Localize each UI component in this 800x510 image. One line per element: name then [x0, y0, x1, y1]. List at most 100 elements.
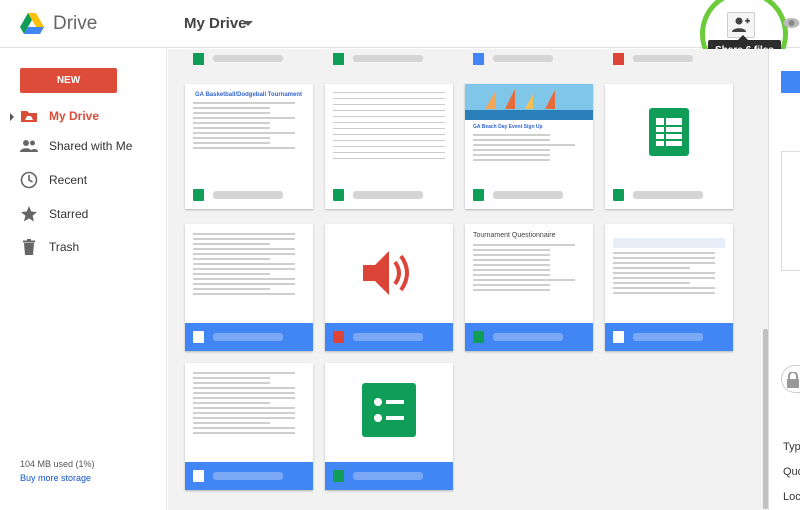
form-thumbnail: Tournament Questionnaire — [465, 224, 593, 323]
file-tile[interactable] — [325, 53, 453, 65]
sheets-file-icon — [333, 470, 344, 482]
blurred-filename — [633, 55, 693, 62]
blurred-filename — [213, 333, 283, 341]
sidebar-item-my-drive[interactable]: My Drive — [0, 103, 166, 129]
blurred-filename — [353, 191, 423, 199]
sheets-file-icon — [613, 189, 624, 201]
eye-icon[interactable] — [783, 16, 800, 30]
blurred-filename — [353, 472, 423, 480]
sidebar-item-starred[interactable]: Starred — [0, 201, 166, 227]
blurred-filename — [213, 55, 283, 62]
partial-file-row — [168, 49, 763, 65]
sheets-file-icon — [473, 189, 484, 201]
sailboat-header-image — [465, 84, 593, 120]
speaker-icon — [363, 251, 409, 295]
sidebar-item-label: Shared with Me — [49, 139, 133, 153]
form-thumbnail: GA Beach Day Event Sign Up — [465, 84, 593, 181]
new-button[interactable]: NEW — [20, 68, 117, 93]
docs-file-icon — [193, 331, 204, 343]
buy-storage-link[interactable]: Buy more storage — [20, 473, 91, 483]
embedded-image — [613, 238, 725, 248]
sidebar-item-label: Recent — [49, 173, 88, 187]
list-large-icon — [362, 383, 416, 437]
sheets-file-icon — [473, 331, 484, 343]
star-icon — [21, 206, 37, 222]
drive-logo-icon[interactable] — [20, 13, 44, 35]
file-tile[interactable] — [605, 53, 733, 65]
blurred-filename — [493, 333, 563, 341]
expand-arrow-icon[interactable] — [10, 113, 14, 121]
sheets-file-icon — [193, 189, 204, 201]
sheets-thumbnail — [325, 363, 453, 462]
sidebar: NEW My Drive Shared with Me Recent Starr… — [0, 49, 167, 510]
sidebar-item-label: My Drive — [49, 109, 100, 123]
sheets-file-icon — [333, 189, 344, 201]
docs-file-icon — [193, 470, 204, 482]
file-tile[interactable] — [605, 224, 733, 351]
sheets-large-icon — [649, 108, 689, 156]
file-caption-selected — [465, 323, 593, 351]
file-caption-selected — [325, 323, 453, 351]
docs-file-icon — [613, 331, 624, 343]
details-panel: Typ Quo Loc — [768, 49, 800, 510]
chevron-down-icon[interactable] — [243, 21, 253, 26]
file-tile[interactable] — [465, 53, 593, 65]
details-label-quota: Quo — [783, 466, 800, 478]
file-caption-selected — [185, 323, 313, 351]
file-tile[interactable] — [185, 53, 313, 65]
sheets-file-icon — [333, 53, 344, 65]
docs-file-icon — [473, 53, 484, 65]
preview-box — [781, 151, 800, 271]
spreadsheet-thumbnail — [325, 84, 453, 181]
form-thumbnail: GA Basketball/Dodgeball Tournament — [185, 84, 313, 181]
thumbnail-title: Tournament Questionnaire — [473, 232, 556, 239]
sidebar-item-label: Trash — [49, 240, 80, 254]
document-thumbnail — [605, 224, 733, 323]
file-grid: GA Basketball/Dodgeball Tournament GA Be… — [168, 49, 763, 510]
docs-file-icon — [781, 71, 800, 93]
details-label-location: Loc — [783, 491, 800, 503]
sidebar-item-shared-with-me[interactable]: Shared with Me — [0, 133, 166, 159]
thumbnail-title: GA Basketball/Dodgeball Tournament — [195, 92, 303, 98]
current-folder-title[interactable]: My Drive — [184, 15, 247, 32]
file-tile[interactable] — [325, 224, 453, 351]
file-caption-selected — [185, 462, 313, 490]
blurred-filename — [353, 55, 423, 62]
add-person-icon — [732, 17, 750, 32]
file-tile[interactable] — [325, 84, 453, 209]
blurred-filename — [493, 191, 563, 199]
document-thumbnail — [185, 224, 313, 323]
drive-folder-icon — [21, 111, 37, 122]
clock-icon — [20, 171, 38, 189]
file-tile[interactable] — [325, 363, 453, 490]
file-tile[interactable]: Tournament Questionnaire — [465, 224, 593, 351]
file-caption — [465, 181, 593, 209]
file-tile[interactable] — [185, 363, 313, 490]
sidebar-item-recent[interactable]: Recent — [0, 167, 166, 193]
blurred-filename — [213, 191, 283, 199]
file-tile[interactable] — [605, 84, 733, 209]
video-file-icon — [613, 53, 624, 65]
blurred-filename — [633, 333, 703, 341]
blurred-filename — [213, 472, 283, 480]
document-thumbnail — [185, 363, 313, 462]
sheets-file-icon — [193, 53, 204, 65]
file-caption — [605, 181, 733, 209]
app-name[interactable]: Drive — [53, 13, 97, 35]
thumbnail-title: GA Beach Day Event Sign Up — [473, 124, 543, 130]
file-tile[interactable] — [185, 224, 313, 351]
lock-icon[interactable] — [781, 365, 800, 393]
trash-icon — [23, 239, 35, 255]
file-tile[interactable]: GA Basketball/Dodgeball Tournament — [185, 84, 313, 209]
storage-usage: 104 MB used (1%) — [20, 459, 95, 469]
app-header: Drive My Drive Share 6 files — [0, 0, 800, 78]
spreadsheet-preview — [333, 92, 445, 159]
details-label-type: Typ — [783, 441, 800, 453]
people-icon — [20, 140, 38, 152]
sidebar-item-trash[interactable]: Trash — [0, 234, 166, 260]
blurred-filename — [633, 191, 703, 199]
blurred-filename — [493, 55, 553, 62]
file-tile[interactable]: GA Beach Day Event Sign Up — [465, 84, 593, 209]
file-caption — [185, 181, 313, 209]
blurred-filename — [353, 333, 423, 341]
